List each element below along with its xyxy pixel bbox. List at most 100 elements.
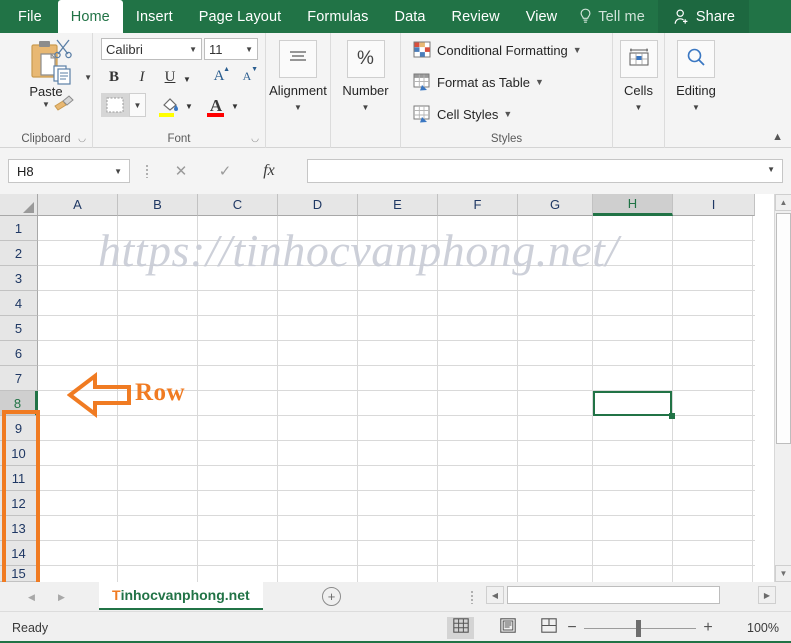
column-header-F[interactable]: F [438, 194, 518, 216]
italic-button[interactable]: I [131, 66, 153, 88]
font-name-caret[interactable]: ▼ [189, 45, 197, 54]
row-header-3[interactable]: 3 [0, 266, 38, 291]
column-header-C[interactable]: C [198, 194, 278, 216]
tab-home[interactable]: Home [57, 0, 123, 33]
add-sheet-button[interactable]: + [322, 587, 341, 606]
tab-page-layout[interactable]: Page Layout [186, 0, 295, 33]
column-header-G[interactable]: G [518, 194, 593, 216]
page-layout-view-button[interactable] [494, 617, 521, 639]
column-header-H[interactable]: H [593, 194, 673, 216]
row-header-5[interactable]: 5 [0, 316, 38, 341]
editing-button[interactable] [677, 40, 715, 78]
alignment-button[interactable] [279, 40, 317, 78]
cells-button[interactable] [619, 40, 658, 78]
check-icon[interactable]: ✓ [210, 159, 240, 183]
next-sheet-button[interactable]: ▶ [52, 588, 71, 606]
zoom-out-button[interactable]: − [564, 619, 580, 637]
row-header-1[interactable]: 1 [0, 216, 38, 241]
sheet-tab-tinhocvanphong[interactable]: Tinhocvanphong.net [99, 582, 263, 610]
zoom-in-button[interactable]: + [700, 619, 716, 637]
cancel-icon[interactable]: ✕ [166, 159, 196, 183]
row-header-2[interactable]: 2 [0, 241, 38, 266]
vertical-scrollbar[interactable]: ▲ ▼ [774, 194, 791, 582]
row-header-9[interactable]: 9 [0, 416, 38, 441]
format-as-table-caret[interactable]: ▼ [535, 77, 544, 87]
tab-formulas[interactable]: Formulas [294, 0, 381, 33]
alignment-dropdown-caret[interactable]: ▼ [266, 103, 330, 112]
tab-insert[interactable]: Insert [123, 0, 186, 33]
borders-button[interactable] [101, 93, 129, 117]
formula-input[interactable]: ▼ [307, 159, 783, 183]
conditional-formatting-caret[interactable]: ▼ [573, 45, 582, 55]
share-button[interactable]: Share [657, 0, 750, 33]
column-header-B[interactable]: B [118, 194, 198, 216]
column-header-E[interactable]: E [358, 194, 438, 216]
cells-area[interactable]: https://tinhocvanphong.net/ Row [38, 216, 755, 582]
select-all-corner[interactable] [0, 194, 38, 216]
font-name-input[interactable]: Calibri ▼ [101, 38, 202, 60]
shrink-font-button[interactable]: A ▼ [235, 64, 259, 88]
horizontal-scrollbar[interactable]: ◀ ▶ [486, 586, 776, 604]
row-header-8[interactable]: 8 [0, 391, 38, 416]
fill-color-dropdown-caret[interactable]: ▼ [183, 101, 195, 113]
row-header-14[interactable]: 14 [0, 541, 38, 566]
font-color-button[interactable]: A [203, 93, 229, 117]
copy-dropdown-caret[interactable]: ▼ [84, 74, 92, 82]
formula-bar-grip[interactable] [145, 164, 149, 178]
row-header-6[interactable]: 6 [0, 341, 38, 366]
conditional-formatting-button[interactable]: Conditional Formatting ▼ [413, 41, 582, 59]
column-header-D[interactable]: D [278, 194, 358, 216]
clipboard-dialog-launcher[interactable]: ◡ [78, 133, 86, 144]
row-header-13[interactable]: 13 [0, 516, 38, 541]
tell-me-box[interactable]: Tell me [570, 0, 658, 33]
fx-icon[interactable]: fx [254, 159, 284, 183]
column-header-I[interactable]: I [673, 194, 755, 216]
number-format-button[interactable]: % [346, 40, 385, 78]
format-painter-button[interactable] [52, 91, 78, 115]
normal-view-button[interactable] [447, 617, 474, 639]
scroll-right-button[interactable]: ▶ [758, 586, 776, 604]
fill-handle[interactable] [669, 413, 675, 419]
previous-sheet-button[interactable]: ◀ [22, 588, 41, 606]
row-header-11[interactable]: 11 [0, 466, 38, 491]
cell-styles-caret[interactable]: ▼ [503, 109, 512, 119]
font-color-dropdown-caret[interactable]: ▼ [229, 101, 241, 113]
tab-file[interactable]: File [0, 0, 58, 33]
number-dropdown-caret[interactable]: ▼ [331, 103, 400, 112]
vertical-scroll-thumb[interactable] [776, 213, 791, 444]
cell-styles-button[interactable]: Cell Styles ▼ [413, 105, 512, 123]
row-header-12[interactable]: 12 [0, 491, 38, 516]
scroll-down-button[interactable]: ▼ [775, 565, 791, 582]
font-size-input[interactable]: 11 ▼ [204, 38, 258, 60]
tab-split-handle[interactable] [470, 590, 474, 604]
name-box-caret[interactable]: ▼ [114, 167, 122, 176]
borders-dropdown-caret[interactable]: ▼ [129, 93, 146, 117]
underline-dropdown-caret[interactable]: ▼ [181, 74, 193, 86]
editing-dropdown-caret[interactable]: ▼ [665, 103, 727, 112]
scroll-left-button[interactable]: ◀ [486, 586, 504, 604]
formula-bar-expand-caret[interactable]: ▼ [767, 165, 775, 174]
underline-button[interactable]: U [159, 66, 181, 88]
name-box[interactable]: H8 ▼ [8, 159, 130, 183]
horizontal-scroll-thumb[interactable] [507, 586, 720, 604]
grow-font-button[interactable]: A ▲ [207, 64, 231, 88]
page-break-view-button[interactable] [535, 617, 562, 639]
copy-button[interactable]: ▼ [52, 64, 92, 88]
row-header-10[interactable]: 10 [0, 441, 38, 466]
cells-dropdown-caret[interactable]: ▼ [613, 103, 664, 112]
tab-view[interactable]: View [513, 0, 571, 33]
scroll-up-button[interactable]: ▲ [775, 194, 791, 211]
font-size-caret[interactable]: ▼ [245, 45, 253, 54]
row-header-4[interactable]: 4 [0, 291, 38, 316]
format-as-table-button[interactable]: Format as Table ▼ [413, 73, 544, 91]
row-header-15[interactable]: 15 [0, 566, 38, 582]
tab-review[interactable]: Review [439, 0, 513, 33]
fill-color-button[interactable] [157, 93, 183, 117]
selected-cell-H8[interactable] [593, 391, 672, 416]
column-header-A[interactable]: A [38, 194, 118, 216]
bold-button[interactable]: B [103, 66, 125, 88]
tab-data[interactable]: Data [382, 0, 439, 33]
font-dialog-launcher[interactable]: ◡ [251, 133, 259, 144]
cut-button[interactable] [52, 37, 78, 61]
row-header-7[interactable]: 7 [0, 366, 38, 391]
